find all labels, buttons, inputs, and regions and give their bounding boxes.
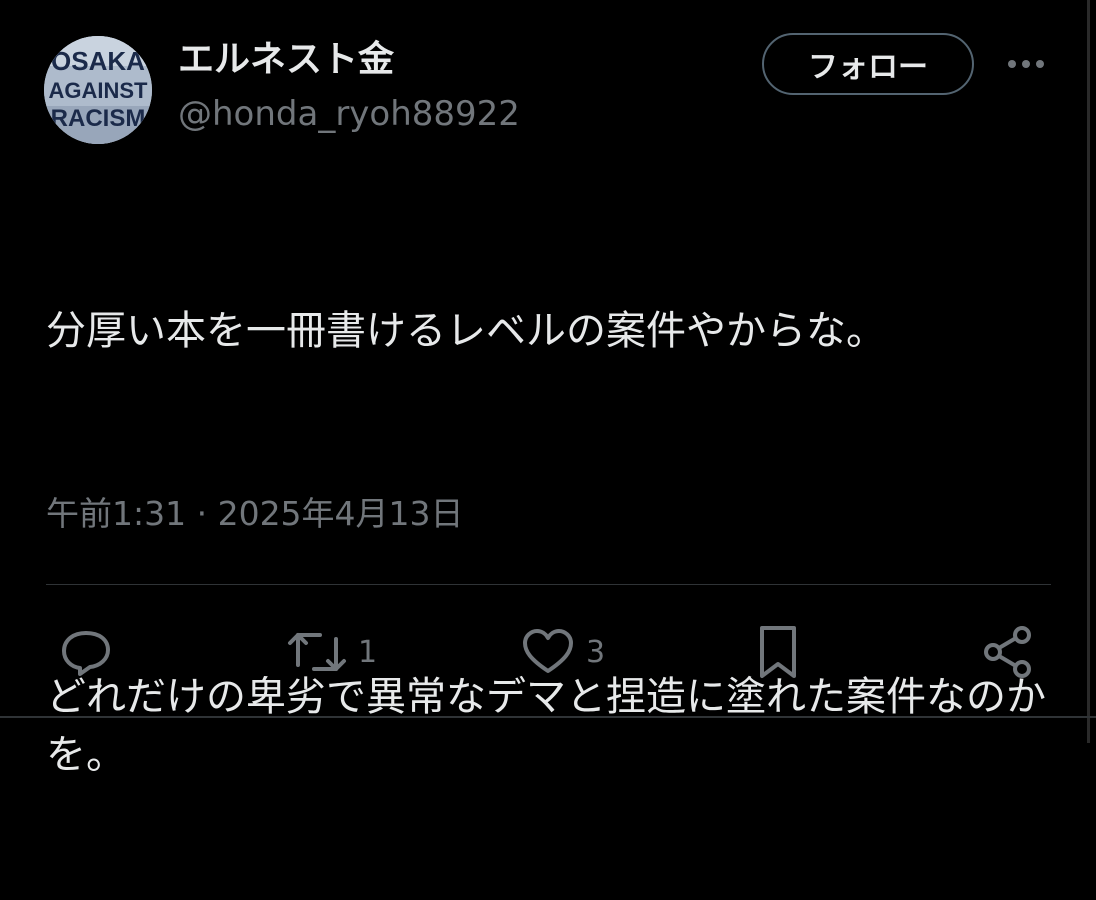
tweet-detail: OSAKA AGAINST RACISM エルネスト金 @honda_ryoh8… — [0, 0, 1096, 778]
divider — [46, 584, 1051, 585]
bottom-divider — [0, 716, 1096, 718]
avatar-text-line-1: OSAKA — [51, 46, 145, 76]
follow-button[interactable]: フォロー — [762, 33, 974, 95]
like-button[interactable]: 3 — [520, 622, 605, 682]
tweet-text: 分厚い本を一冊書けるレベルの案件やからな。 どれだけの卑劣で異常なデマと捏造に塗… — [46, 186, 1066, 900]
tweet-timestamp[interactable]: 午前1:31 · 2025年4月13日 — [46, 492, 464, 536]
tweet-paragraph-2: どれだけの卑劣で異常なデマと捏造に塗れた案件なのかを。 — [46, 674, 1046, 778]
retweet-icon — [288, 633, 346, 671]
bookmark-icon — [760, 626, 796, 678]
reply-button[interactable] — [58, 622, 114, 682]
scrollbar[interactable] — [1087, 0, 1090, 743]
display-name[interactable]: エルネスト金 — [178, 38, 394, 82]
share-button[interactable] — [980, 622, 1036, 682]
retweet-count: 1 — [358, 634, 378, 670]
share-icon — [984, 626, 1031, 678]
reply-icon — [62, 631, 110, 676]
retweet-button[interactable]: 1 — [286, 622, 377, 682]
bookmark-button[interactable] — [752, 622, 804, 682]
tweet-paragraph-1: 分厚い本を一冊書けるレベルの案件やからな。 — [46, 308, 886, 354]
avatar-text-line-2: AGAINST — [49, 78, 149, 103]
user-handle[interactable]: @honda_ryoh88922 — [178, 92, 520, 136]
heart-icon — [523, 629, 573, 673]
avatar[interactable]: OSAKA AGAINST RACISM — [44, 36, 152, 144]
avatar-image: OSAKA AGAINST RACISM — [44, 36, 152, 144]
more-options-button[interactable] — [1000, 46, 1052, 82]
like-count: 3 — [586, 634, 606, 670]
more-horizontal-icon — [1008, 60, 1044, 68]
avatar-text-line-3: RACISM — [51, 105, 146, 132]
